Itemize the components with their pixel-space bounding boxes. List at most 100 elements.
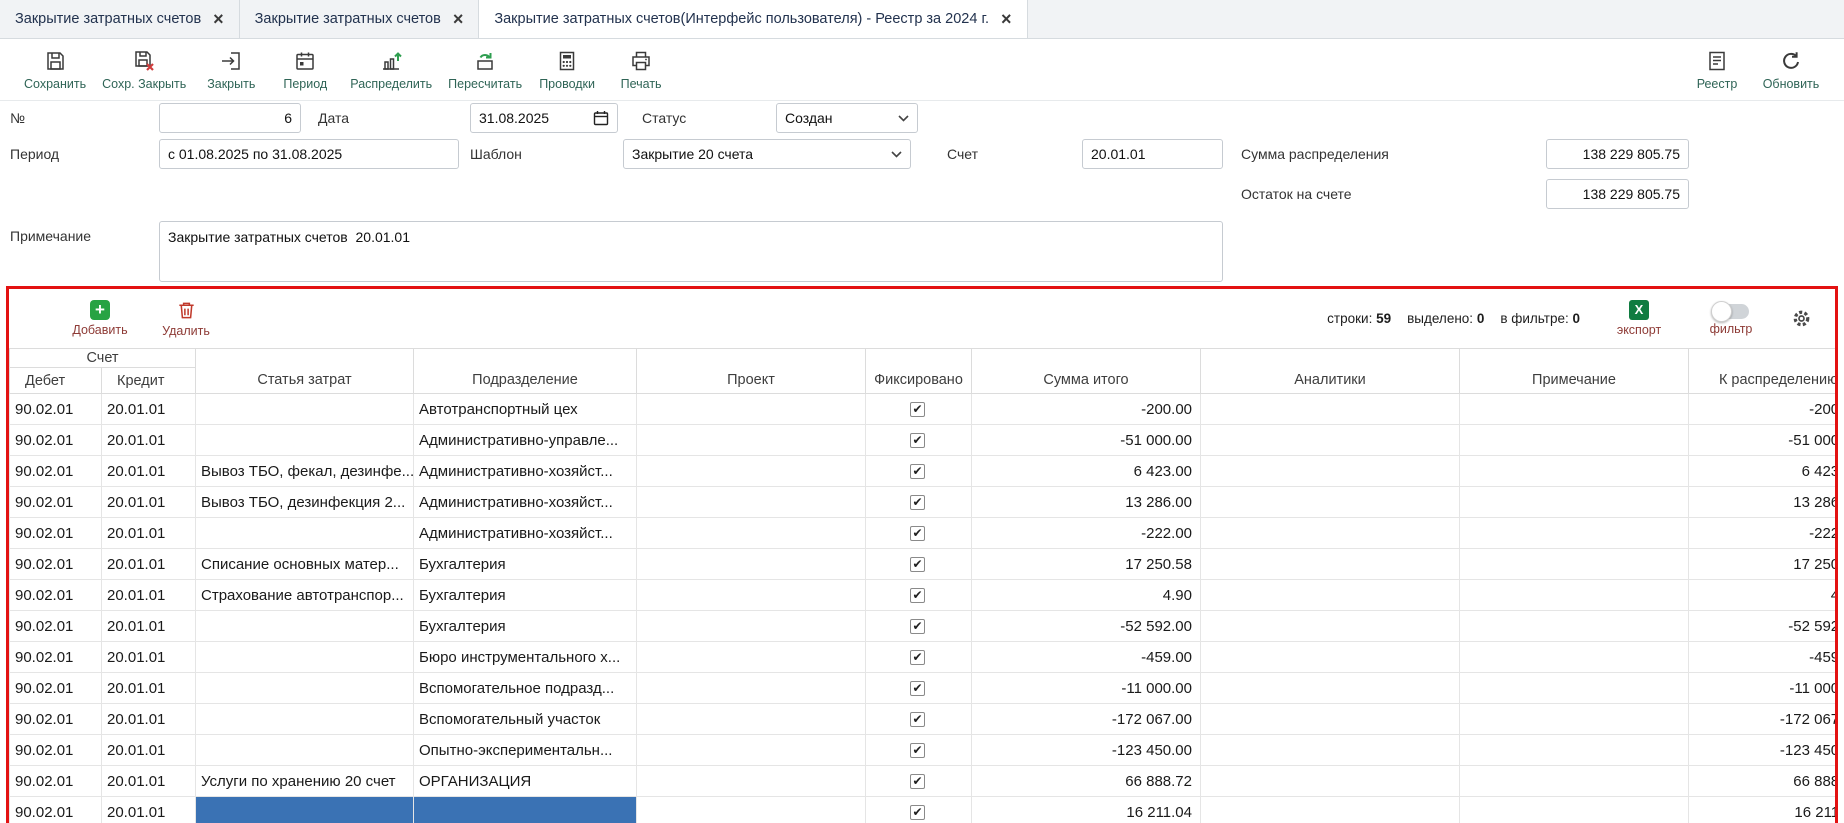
- template-select[interactable]: Закрытие 20 счета: [623, 139, 911, 169]
- header-to-distribute[interactable]: К распределению: [1689, 349, 1836, 394]
- cell-article[interactable]: [196, 394, 414, 425]
- table-row[interactable]: 90.02.0120.01.01Страхование автотранспор…: [10, 580, 1836, 611]
- header-credit[interactable]: Кредит: [102, 368, 196, 394]
- balance-input[interactable]: [1546, 179, 1689, 209]
- cell-department[interactable]: Административно-хозяйст...: [414, 487, 637, 518]
- cell-fixed[interactable]: ✔: [866, 797, 972, 823]
- cell-project[interactable]: [637, 704, 866, 735]
- table-row[interactable]: 90.02.0120.01.01Автотранспортный цех✔-20…: [10, 394, 1836, 425]
- cell-article[interactable]: [196, 673, 414, 704]
- cell-project[interactable]: [637, 642, 866, 673]
- cell-fixed[interactable]: ✔: [866, 704, 972, 735]
- cell-credit[interactable]: 20.01.01: [102, 487, 196, 518]
- fixed-checkbox[interactable]: ✔: [910, 743, 925, 758]
- cell-article[interactable]: [196, 704, 414, 735]
- cell-credit[interactable]: 20.01.01: [102, 394, 196, 425]
- cell-analytics[interactable]: [1201, 580, 1460, 611]
- fixed-checkbox[interactable]: ✔: [910, 619, 925, 634]
- cell-fixed[interactable]: ✔: [866, 642, 972, 673]
- table-row[interactable]: 90.02.0120.01.01Услуги по хранению 20 сч…: [10, 766, 1836, 797]
- postings-button[interactable]: Проводки: [530, 45, 604, 95]
- table-row[interactable]: 90.02.0120.01.01Списание основных матер.…: [10, 549, 1836, 580]
- cell-to-distribute[interactable]: -123 450.00: [1689, 735, 1836, 766]
- cell-total[interactable]: -51 000.00: [972, 425, 1201, 456]
- toggle-switch-icon[interactable]: [1713, 304, 1749, 319]
- cell-fixed[interactable]: ✔: [866, 425, 972, 456]
- cell-credit[interactable]: 20.01.01: [102, 549, 196, 580]
- header-project[interactable]: Проект: [637, 349, 866, 394]
- table-row[interactable]: 90.02.0120.01.01Вспомогательное подразд.…: [10, 673, 1836, 704]
- cell-department[interactable]: Бухгалтерия: [414, 549, 637, 580]
- table-row[interactable]: 90.02.0120.01.01Вывоз ТБО, фекал, дезинф…: [10, 456, 1836, 487]
- cell-debit[interactable]: 90.02.01: [10, 766, 102, 797]
- cell-article[interactable]: Списание основных матер...: [196, 549, 414, 580]
- cell-project[interactable]: [637, 797, 866, 823]
- cell-credit[interactable]: 20.01.01: [102, 611, 196, 642]
- cell-article[interactable]: Услуги по хранению 20 счет: [196, 766, 414, 797]
- cell-total[interactable]: -172 067.00: [972, 704, 1201, 735]
- cell-note[interactable]: [1460, 456, 1689, 487]
- cell-total[interactable]: 13 286.00: [972, 487, 1201, 518]
- cell-article[interactable]: [196, 735, 414, 766]
- cell-project[interactable]: [637, 549, 866, 580]
- cell-to-distribute[interactable]: 4.90: [1689, 580, 1836, 611]
- cell-analytics[interactable]: [1201, 549, 1460, 580]
- cell-department[interactable]: Опытно-экспериментальн...: [414, 735, 637, 766]
- cell-debit[interactable]: 90.02.01: [10, 425, 102, 456]
- cell-fixed[interactable]: ✔: [866, 766, 972, 797]
- cell-department[interactable]: ОРГАНИЗАЦИЯ: [414, 766, 637, 797]
- period-input[interactable]: [159, 139, 459, 169]
- cell-fixed[interactable]: ✔: [866, 549, 972, 580]
- cell-credit[interactable]: 20.01.01: [102, 642, 196, 673]
- cell-debit[interactable]: 90.02.01: [10, 735, 102, 766]
- recalculate-button[interactable]: Пересчитать: [440, 45, 530, 95]
- cell-article[interactable]: [196, 797, 414, 823]
- table-row[interactable]: 90.02.0120.01.01✔16 211.0416 211.04: [10, 797, 1836, 823]
- cell-total[interactable]: -459.00: [972, 642, 1201, 673]
- cell-credit[interactable]: 20.01.01: [102, 797, 196, 823]
- cell-department[interactable]: Административно-управле...: [414, 425, 637, 456]
- cell-total[interactable]: 17 250.58: [972, 549, 1201, 580]
- cell-analytics[interactable]: [1201, 456, 1460, 487]
- fixed-checkbox[interactable]: ✔: [910, 464, 925, 479]
- cell-note[interactable]: [1460, 394, 1689, 425]
- cell-debit[interactable]: 90.02.01: [10, 394, 102, 425]
- close-icon[interactable]: ×: [213, 10, 224, 28]
- cell-analytics[interactable]: [1201, 425, 1460, 456]
- cell-debit[interactable]: 90.02.01: [10, 673, 102, 704]
- cell-debit[interactable]: 90.02.01: [10, 704, 102, 735]
- header-debit[interactable]: Дебет: [10, 368, 102, 394]
- gear-icon[interactable]: [1790, 307, 1813, 330]
- cell-analytics[interactable]: [1201, 704, 1460, 735]
- table-row[interactable]: 90.02.0120.01.01 Опытно-экспериментальн..…: [10, 735, 1836, 766]
- header-department[interactable]: Подразделение: [414, 349, 637, 394]
- cell-analytics[interactable]: [1201, 642, 1460, 673]
- cell-project[interactable]: [637, 394, 866, 425]
- cell-debit[interactable]: 90.02.01: [10, 642, 102, 673]
- cell-credit[interactable]: 20.01.01: [102, 673, 196, 704]
- cell-credit[interactable]: 20.01.01: [102, 580, 196, 611]
- fixed-checkbox[interactable]: ✔: [910, 588, 925, 603]
- header-article[interactable]: Статья затрат: [196, 349, 414, 394]
- cell-project[interactable]: [637, 425, 866, 456]
- close-icon[interactable]: ×: [1001, 10, 1012, 28]
- filter-toggle[interactable]: фильтр: [1698, 301, 1764, 336]
- save-button[interactable]: Сохранить: [16, 45, 94, 95]
- add-row-button[interactable]: + Добавить: [67, 300, 133, 338]
- cell-fixed[interactable]: ✔: [866, 394, 972, 425]
- cell-credit[interactable]: 20.01.01: [102, 766, 196, 797]
- cell-to-distribute[interactable]: -51 000.00: [1689, 425, 1836, 456]
- cell-article[interactable]: [196, 611, 414, 642]
- cell-to-distribute[interactable]: -222.00: [1689, 518, 1836, 549]
- fixed-checkbox[interactable]: ✔: [910, 805, 925, 820]
- registry-button[interactable]: Реестр: [1680, 45, 1754, 95]
- cell-note[interactable]: [1460, 425, 1689, 456]
- cell-project[interactable]: [637, 518, 866, 549]
- cell-debit[interactable]: 90.02.01: [10, 611, 102, 642]
- cell-analytics[interactable]: [1201, 797, 1460, 823]
- table-row[interactable]: 90.02.0120.01.01Бухгалтерия✔-52 592.00-5…: [10, 611, 1836, 642]
- cell-article[interactable]: [196, 425, 414, 456]
- cell-credit[interactable]: 20.01.01: [102, 735, 196, 766]
- distribute-button[interactable]: Распределить: [342, 45, 440, 95]
- cell-analytics[interactable]: [1201, 673, 1460, 704]
